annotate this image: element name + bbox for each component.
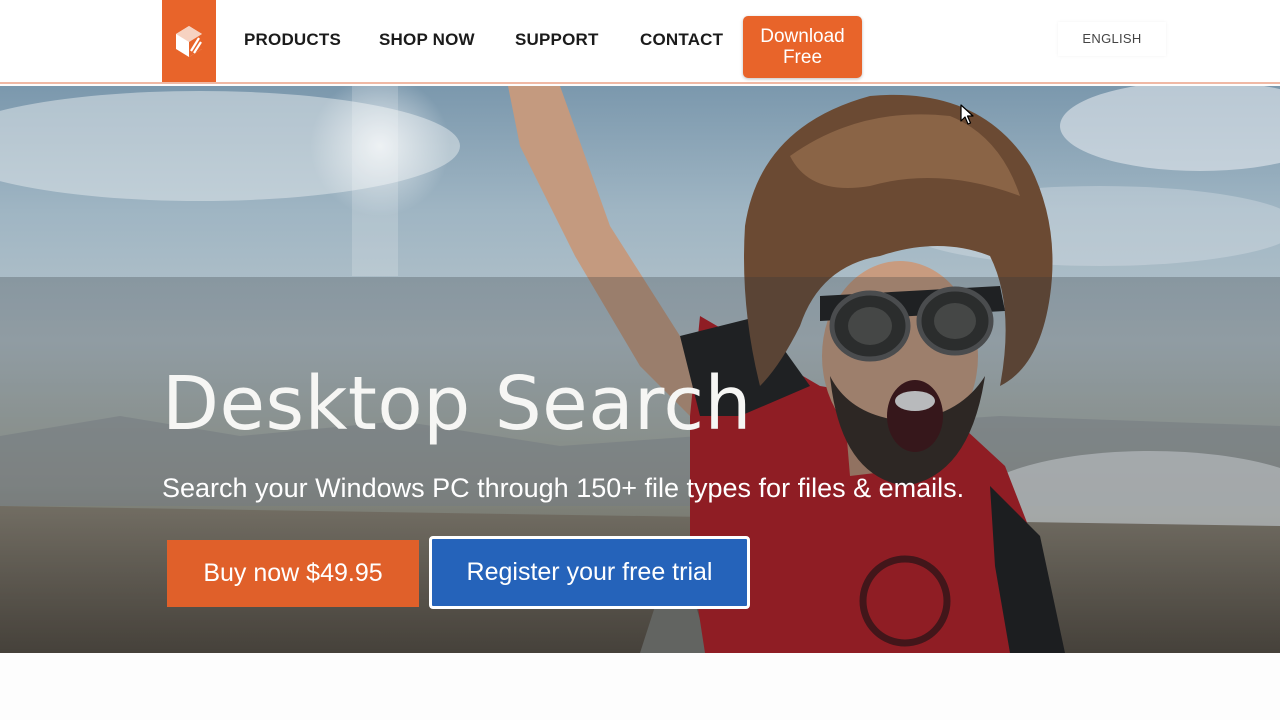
mouse-cursor-icon (960, 104, 974, 125)
logo[interactable] (162, 0, 216, 82)
language-selector[interactable]: ENGLISH (1058, 22, 1166, 56)
cube-logo-icon (176, 26, 202, 57)
download-button-line2: Free (782, 47, 823, 68)
register-trial-button[interactable]: Register your free trial (429, 536, 750, 609)
hero-subtitle: Search your Windows PC through 150+ file… (162, 473, 965, 503)
nav-products[interactable]: PRODUCTS (244, 28, 341, 52)
download-button-line1: Download (760, 26, 845, 47)
hero-title: Desktop Search (162, 361, 752, 447)
site-header: PRODUCTS SHOP NOW SUPPORT CONTACT Downlo… (0, 0, 1280, 84)
nav-shop-now[interactable]: SHOP NOW (379, 28, 475, 52)
buy-now-button[interactable]: Buy now $49.95 (167, 540, 419, 607)
download-free-button[interactable]: Download Free (743, 16, 862, 78)
nav-support[interactable]: SUPPORT (515, 28, 599, 52)
hero-section: Desktop Search Search your Windows PC th… (0, 86, 1280, 653)
nav-contact[interactable]: CONTACT (640, 28, 723, 52)
